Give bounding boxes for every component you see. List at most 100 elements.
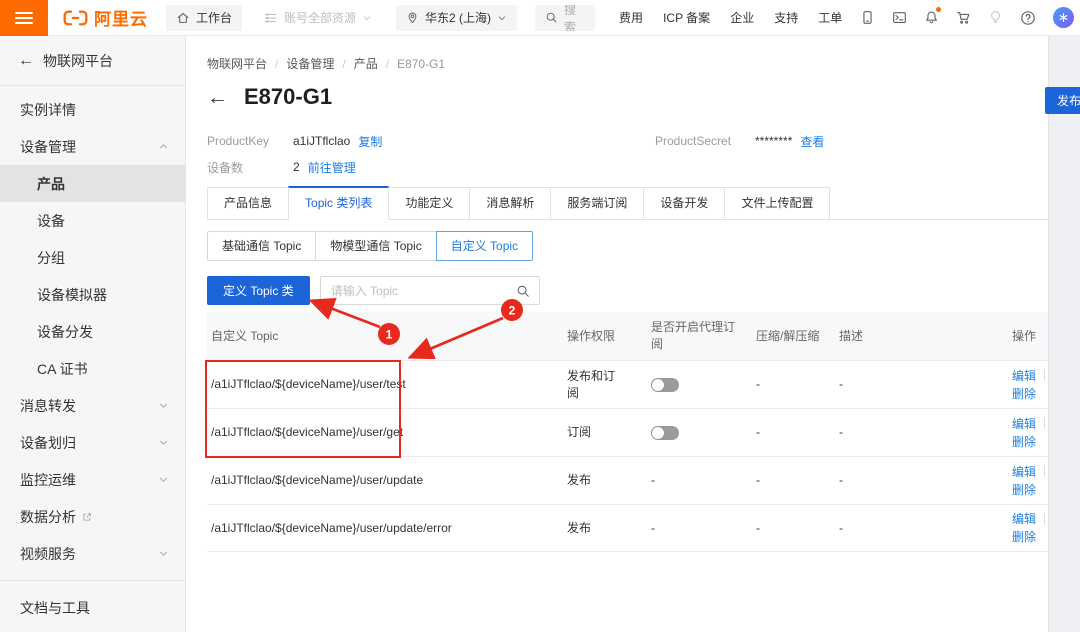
account-resources-dropdown[interactable]: 账号全部资源 bbox=[264, 9, 372, 26]
chevron-up-icon bbox=[158, 141, 169, 152]
sidebar-item-video-services[interactable]: 视频服务 bbox=[0, 535, 185, 572]
region-selector[interactable]: 华东2 (上海) bbox=[396, 5, 517, 31]
topic-permission: 订阅 bbox=[557, 424, 637, 441]
sidebar-item-monitoring-ops[interactable]: 监控运维 bbox=[0, 461, 185, 498]
topic-search-input[interactable] bbox=[321, 284, 516, 298]
topbar-menu-item-enterprise[interactable]: 企业 bbox=[730, 9, 754, 26]
tab-product-info[interactable]: 产品信息 bbox=[207, 187, 289, 220]
sidebar-item-instance-details[interactable]: 实例详情 bbox=[0, 91, 185, 128]
page: 阿里云 工作台 账号全部资源 华东2 (上海) bbox=[0, 0, 1080, 632]
topbar-menu-item-icp[interactable]: ICP 备案 bbox=[663, 9, 710, 26]
cloudshell-icon[interactable] bbox=[892, 10, 907, 25]
proxy-subscribe-toggle[interactable] bbox=[651, 378, 679, 392]
breadcrumb-device-management[interactable]: 设备管理 bbox=[286, 55, 334, 72]
aliyun-logo-text: 阿里云 bbox=[94, 5, 148, 30]
topbar-menu-item-ticket[interactable]: 工单 bbox=[818, 9, 842, 26]
cart-icon[interactable] bbox=[956, 10, 971, 25]
tab-file-upload-config[interactable]: 文件上传配置 bbox=[724, 187, 830, 220]
sidebar-item-device-simulator[interactable]: 设备模拟器 bbox=[0, 276, 185, 313]
breadcrumb-iot-platform[interactable]: 物联网平台 bbox=[207, 55, 267, 72]
topbar-menu-item-support[interactable]: 支持 bbox=[774, 9, 798, 26]
manage-devices-link[interactable]: 前往管理 bbox=[308, 159, 356, 176]
user-avatar[interactable] bbox=[1053, 7, 1074, 28]
search-icon[interactable] bbox=[516, 284, 530, 298]
back-icon[interactable]: ← bbox=[18, 52, 34, 70]
tab-topic-list[interactable]: Topic 类列表 bbox=[288, 186, 389, 220]
home-icon bbox=[176, 11, 190, 25]
compress-value: - bbox=[747, 520, 829, 537]
notifications-bell-icon[interactable] bbox=[924, 10, 939, 25]
proxy-value: - bbox=[637, 520, 747, 537]
delete-link[interactable]: 删除 bbox=[1012, 433, 1036, 451]
chevron-down-icon bbox=[497, 13, 507, 23]
sidebar-item-device-distribution[interactable]: 设备分发 bbox=[0, 313, 185, 350]
sidebar-item-docs-tools[interactable]: 文档与工具 bbox=[0, 589, 185, 626]
tab-message-parsing[interactable]: 消息解析 bbox=[469, 187, 551, 220]
sidebar-item-data-analytics[interactable]: 数据分析 bbox=[0, 498, 185, 535]
topbar-menu-item-cost[interactable]: 费用 bbox=[619, 9, 643, 26]
product-tabs: 产品信息 Topic 类列表 功能定义 消息解析 服务端订阅 设备开发 文件上传… bbox=[207, 186, 1048, 220]
view-secret-link[interactable]: 查看 bbox=[800, 133, 824, 150]
sidebar-item-device-management[interactable]: 设备管理 bbox=[0, 128, 185, 165]
edit-link[interactable]: 编辑 bbox=[1012, 463, 1036, 481]
notification-badge-dot bbox=[936, 7, 941, 12]
sidebar-item-product[interactable]: 产品 bbox=[0, 165, 185, 202]
sidebar-header[interactable]: ← 物联网平台 bbox=[0, 36, 185, 86]
edit-link[interactable]: 编辑 bbox=[1012, 510, 1036, 528]
tips-bulb-icon[interactable] bbox=[988, 10, 1003, 25]
sidebar-item-group[interactable]: 分组 bbox=[0, 239, 185, 276]
topic-permission: 发布 bbox=[557, 520, 637, 537]
breadcrumb-current: E870-G1 bbox=[397, 57, 445, 71]
breadcrumb-product[interactable]: 产品 bbox=[354, 55, 378, 72]
topic-path: /a1iJTflclao/${deviceName}/user/update/e… bbox=[207, 520, 557, 537]
col-compress: 压缩/解压缩 bbox=[747, 328, 829, 345]
proxy-subscribe-toggle[interactable] bbox=[651, 426, 679, 440]
resources-icon bbox=[264, 11, 278, 25]
delete-link[interactable]: 删除 bbox=[1012, 481, 1036, 499]
sidebar-menu: 实例详情 设备管理 产品 设备 分组 设备模拟器 设备分发 bbox=[0, 86, 185, 626]
location-pin-icon bbox=[406, 11, 419, 24]
description-value: - bbox=[829, 376, 1002, 393]
description-value: - bbox=[829, 520, 1002, 537]
subtab-basic-topic[interactable]: 基础通信 Topic bbox=[207, 231, 316, 261]
sidebar-item-device-assignment[interactable]: 设备划归 bbox=[0, 424, 185, 461]
col-actions: 操作 bbox=[1002, 328, 1048, 345]
tab-feature-definition[interactable]: 功能定义 bbox=[388, 187, 470, 220]
subtab-model-topic[interactable]: 物模型通信 Topic bbox=[315, 231, 436, 261]
aliyun-logo[interactable]: 阿里云 bbox=[62, 5, 148, 30]
page-title: E870-G1 bbox=[244, 84, 332, 110]
table-row: /a1iJTflclao/${deviceName}/user/update 发… bbox=[207, 456, 1048, 504]
chevron-down-icon bbox=[158, 474, 169, 485]
tab-device-development[interactable]: 设备开发 bbox=[643, 187, 725, 220]
col-permission: 操作权限 bbox=[557, 328, 637, 345]
sidebar-item-message-forwarding[interactable]: 消息转发 bbox=[0, 387, 185, 424]
publish-button[interactable]: 发布 bbox=[1045, 87, 1080, 114]
topic-search-box bbox=[320, 276, 540, 305]
action-divider bbox=[1044, 514, 1045, 525]
app-icon[interactable] bbox=[860, 10, 875, 25]
define-topic-button[interactable]: 定义 Topic 类 bbox=[207, 276, 310, 305]
tab-server-subscription[interactable]: 服务端订阅 bbox=[550, 187, 644, 220]
col-custom-topic: 自定义 Topic bbox=[207, 328, 557, 345]
sidebar-item-device[interactable]: 设备 bbox=[0, 202, 185, 239]
productsecret-value: ******** bbox=[755, 134, 792, 148]
subtab-custom-topic[interactable]: 自定义 Topic bbox=[436, 231, 533, 261]
copy-productkey-link[interactable]: 复制 bbox=[358, 133, 382, 150]
action-divider bbox=[1044, 466, 1045, 477]
delete-link[interactable]: 删除 bbox=[1012, 385, 1036, 403]
delete-link[interactable]: 删除 bbox=[1012, 528, 1036, 546]
workbench-button[interactable]: 工作台 bbox=[166, 5, 242, 31]
topbar-search[interactable]: 搜索 bbox=[535, 5, 595, 31]
page-title-row: ← E870-G1 bbox=[207, 84, 332, 110]
sidebar-item-ca-certificate[interactable]: CA 证书 bbox=[0, 350, 185, 387]
edit-link[interactable]: 编辑 bbox=[1012, 415, 1036, 433]
hamburger-menu-icon[interactable] bbox=[0, 0, 48, 36]
page-right-gutter bbox=[1048, 36, 1080, 632]
chevron-down-icon bbox=[362, 13, 372, 23]
help-icon[interactable] bbox=[1020, 10, 1036, 26]
compress-value: - bbox=[747, 472, 829, 489]
chevron-down-icon bbox=[158, 400, 169, 411]
back-arrow-icon[interactable]: ← bbox=[207, 87, 228, 108]
col-proxy-subscribe: 是否开启代理订阅 bbox=[637, 319, 747, 353]
edit-link[interactable]: 编辑 bbox=[1012, 367, 1036, 385]
